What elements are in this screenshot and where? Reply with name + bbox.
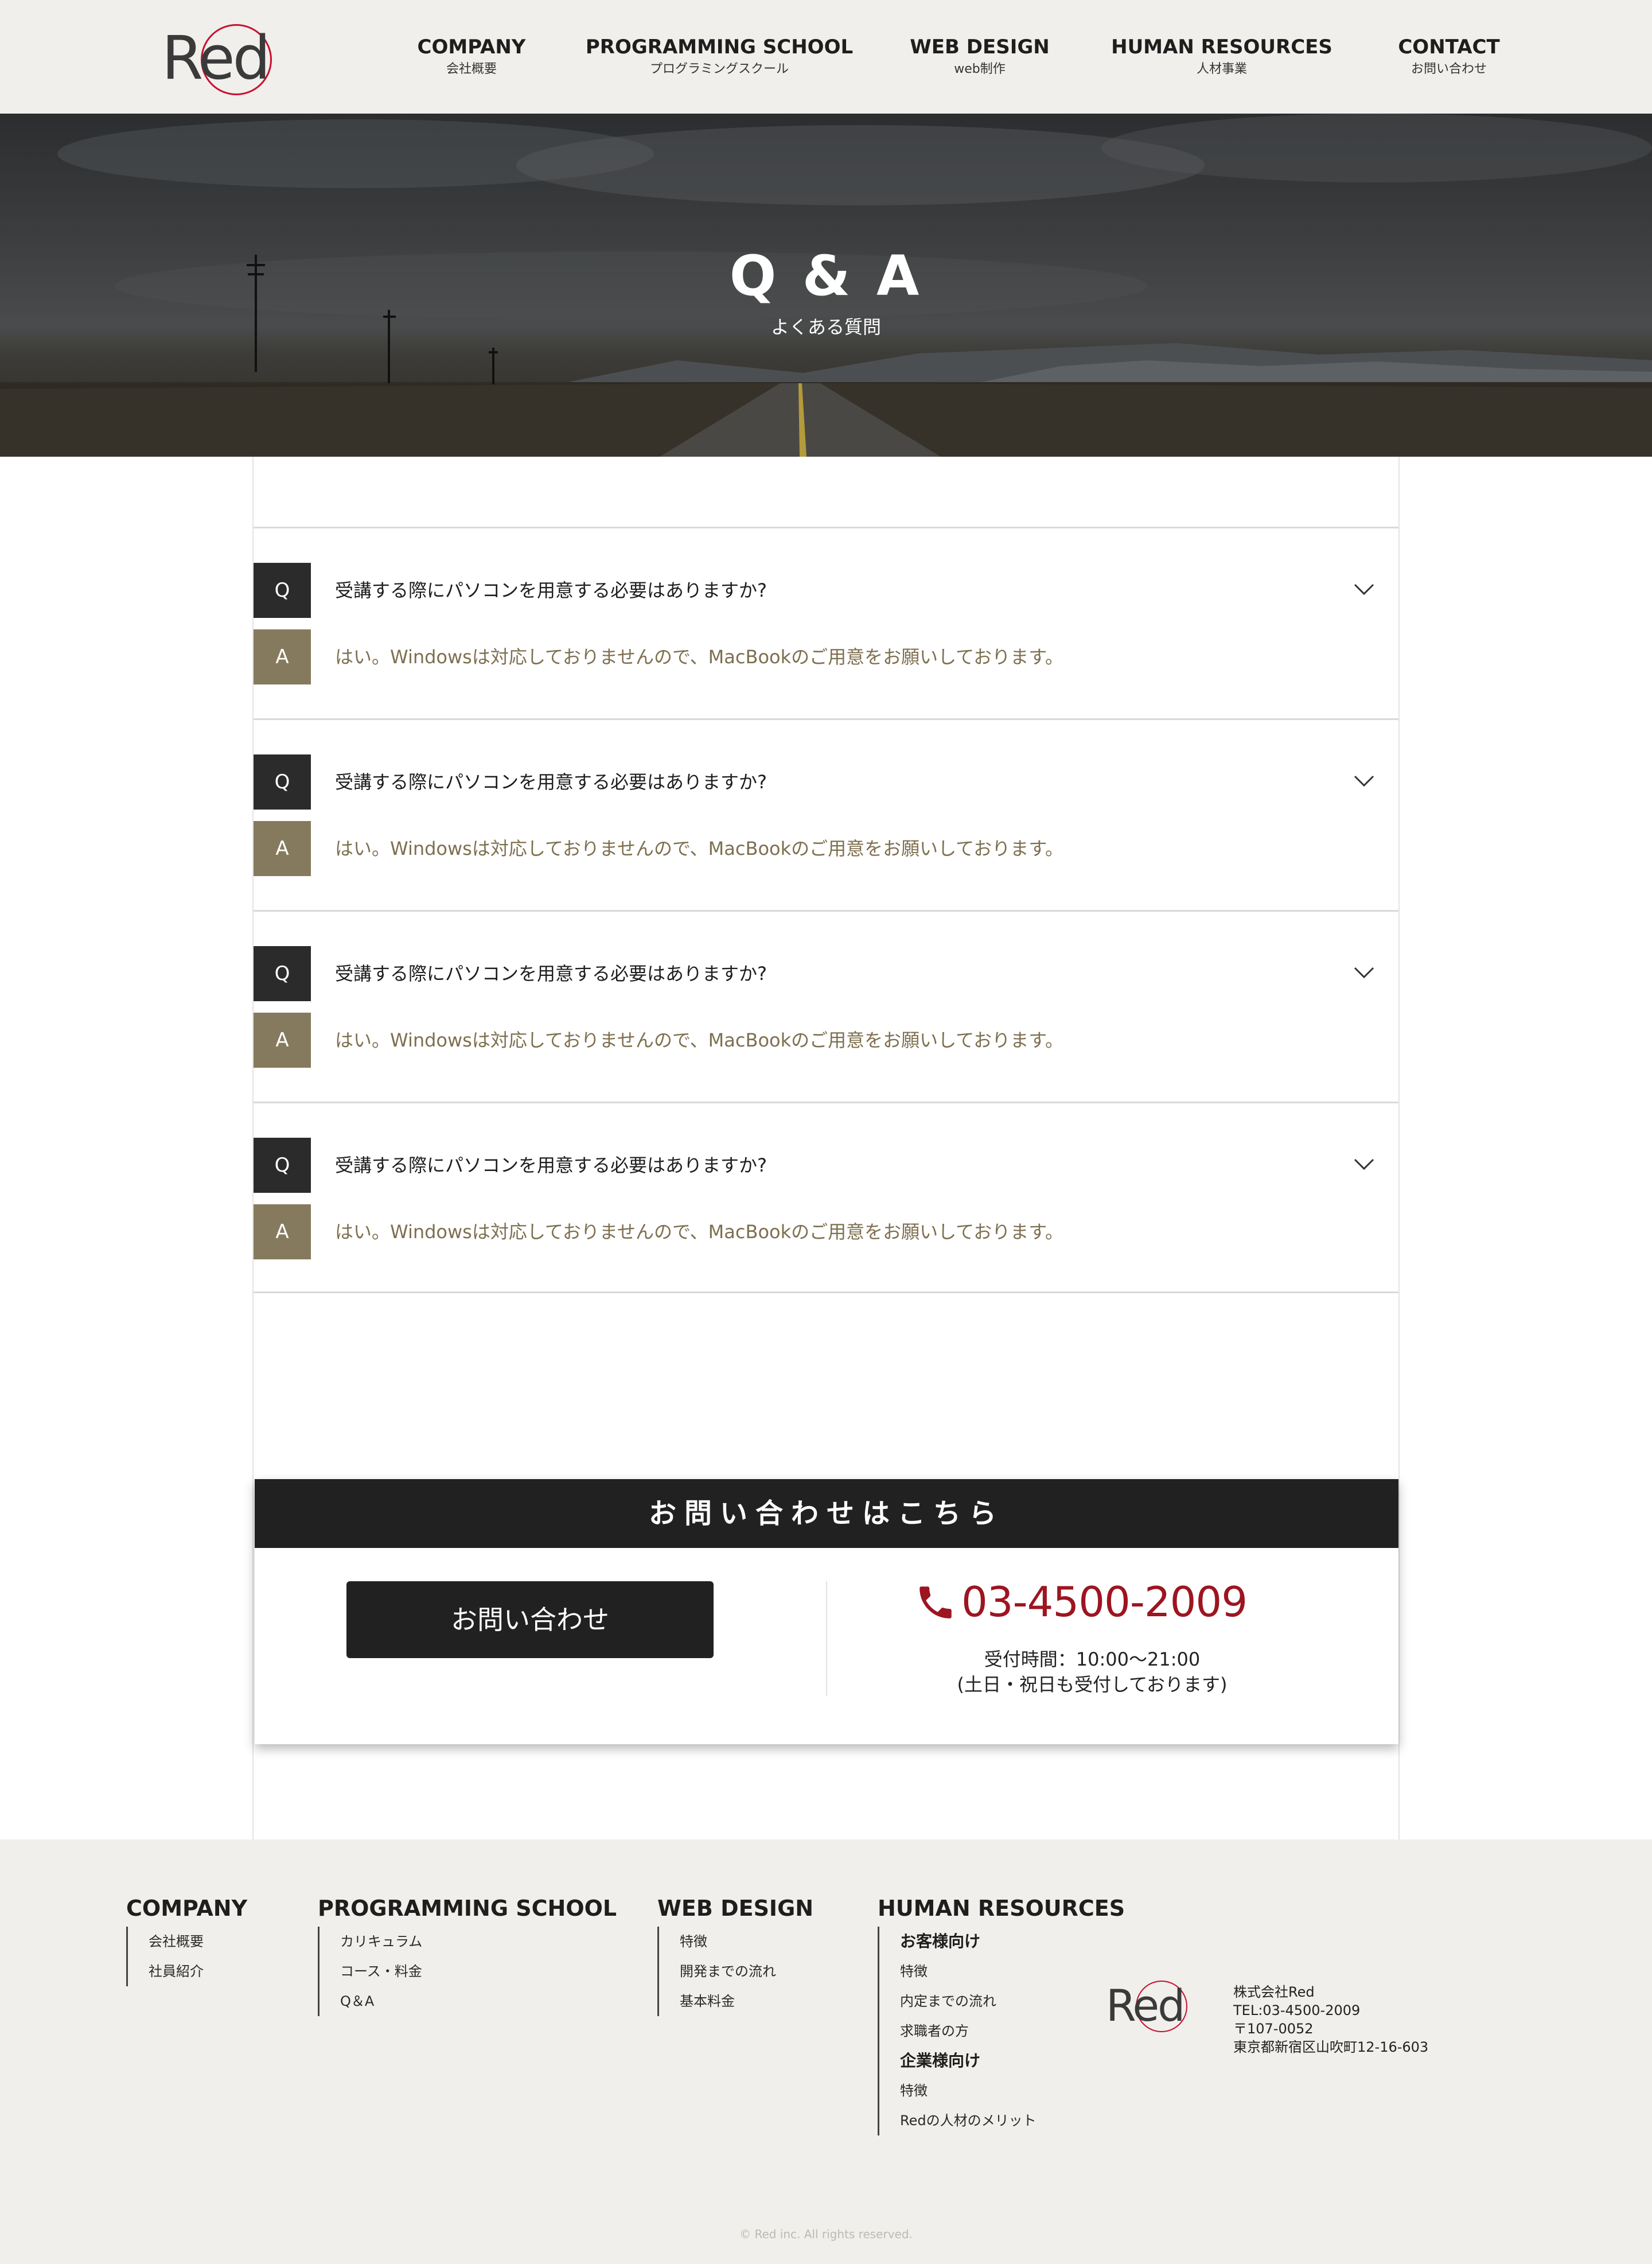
hours-line: 受付時間：10:00〜21:00	[984, 1648, 1201, 1670]
footer-link[interactable]: 社員紹介	[149, 1956, 247, 1986]
footer-link[interactable]: Redの人材のメリット	[900, 2106, 1125, 2135]
faq-question-row[interactable]: Q 受講する際にパソコンを用意する必要はありますか?	[254, 1138, 1398, 1193]
company-name: 株式会社Red	[1233, 1984, 1315, 2000]
nav-label-ja: web制作	[954, 62, 1006, 76]
phone-icon	[919, 1586, 952, 1619]
answer-badge: A	[254, 629, 311, 684]
nav-contact[interactable]: CONTACT お問い合わせ	[1398, 34, 1499, 78]
footer-link[interactable]: 特徴	[900, 1956, 1125, 1986]
footer-subheading: お客様向け	[900, 1932, 981, 1951]
footer-link[interactable]: 会社概要	[149, 1927, 247, 1956]
footer-col-title[interactable]: COMPANY	[126, 1895, 247, 1922]
faq-question-row[interactable]: Q 受講する際にパソコンを用意する必要はありますか?	[254, 754, 1398, 810]
nav-label-en: HUMAN RESOURCES	[1111, 36, 1332, 59]
footer-col-title[interactable]: PROGRAMMING SCHOOL	[318, 1895, 617, 1922]
footer-link[interactable]: コース・料金	[340, 1956, 617, 1986]
nav-label-ja: お問い合わせ	[1411, 62, 1487, 76]
answer-badge: A	[254, 1013, 311, 1068]
footer-link[interactable]: 特徴	[900, 2076, 1125, 2106]
footer-link-list: 特徴 開発までの流れ 基本料金	[657, 1927, 813, 2016]
footer-link[interactable]: 開発までの流れ	[680, 1956, 813, 1986]
faq-item[interactable]: Q 受講する際にパソコンを用意する必要はありますか? A はい。Windowsは…	[254, 527, 1398, 718]
faq-question-text: 受講する際にパソコンを用意する必要はありますか?	[335, 579, 767, 601]
faq-item[interactable]: Q 受講する際にパソコンを用意する必要はありますか? A はい。Windowsは…	[254, 1102, 1398, 1293]
chevron-down-icon[interactable]	[1353, 961, 1376, 984]
page-title: Q & A	[729, 244, 923, 308]
faq-answer-text: はい。Windowsは対応しておりませんので、MacBookのご用意をお願いして…	[335, 838, 1064, 859]
footer-col-company: COMPANY 会社概要 社員紹介	[126, 1895, 247, 1986]
nav-label-en: CONTACT	[1398, 36, 1500, 59]
answer-badge: A	[254, 1204, 311, 1259]
nav-label-ja: 人材事業	[1196, 62, 1248, 76]
footer-col-title[interactable]: HUMAN RESOURCES	[878, 1895, 1125, 1922]
footer-link-list: 会社概要 社員紹介	[126, 1927, 247, 1986]
faq-answer-text: はい。Windowsは対応しておりませんので、MacBookのご用意をお願いして…	[335, 1029, 1064, 1051]
contact-divider	[826, 1581, 827, 1696]
hours-note: (土日・祝日も受付しております)	[957, 1674, 1228, 1695]
main-content: Q 受講する際にパソコンを用意する必要はありますか? A はい。Windowsは…	[0, 457, 1652, 1839]
footer-link[interactable]: 内定までの流れ	[900, 1986, 1125, 2016]
chevron-down-icon[interactable]	[1353, 1153, 1376, 1176]
nav-label-en: COMPANY	[417, 36, 526, 59]
faq-answer-text: はい。Windowsは対応しておりませんので、MacBookのご用意をお願いして…	[335, 646, 1064, 668]
faq-list: Q 受講する際にパソコンを用意する必要はありますか? A はい。Windowsは…	[254, 527, 1398, 1293]
nav-web-design[interactable]: WEB DESIGN web制作	[910, 34, 1049, 78]
global-nav: COMPANY 会社概要 PROGRAMMING SCHOOL プログラミングス…	[0, 0, 1652, 114]
faq-item[interactable]: Q 受講する際にパソコンを用意する必要はありますか? A はい。Windowsは…	[254, 718, 1398, 910]
footer-link-list: カリキュラム コース・料金 Q＆A	[318, 1927, 617, 2016]
nav-company[interactable]: COMPANY 会社概要	[418, 34, 526, 78]
nav-label-en: PROGRAMMING SCHOOL	[585, 36, 854, 59]
footer-subheading: 企業様向け	[900, 2051, 981, 2070]
faq-question-text: 受講する際にパソコンを用意する必要はありますか?	[335, 963, 767, 985]
contact-box: お問い合わせはこちら お問い合わせ 03-4500-2009 受付時間：10:0…	[255, 1479, 1398, 1744]
faq-question-row[interactable]: Q 受講する際にパソコンを用意する必要はありますか?	[254, 946, 1398, 1001]
answer-badge: A	[254, 821, 311, 876]
nav-label-en: WEB DESIGN	[910, 36, 1050, 59]
footer-logo[interactable]: Red	[1106, 1977, 1192, 2035]
company-info: 株式会社Red TEL:03-4500-2009 〒107-0052 東京都新宿…	[1233, 1983, 1428, 2056]
faq-question-row[interactable]: Q 受講する際にパソコンを用意する必要はありますか?	[254, 563, 1398, 618]
company-address: 東京都新宿区山吹町12-16-603	[1233, 2039, 1429, 2055]
footer-link[interactable]: カリキュラム	[340, 1927, 617, 1956]
copyright: © Red inc. All rights reserved.	[739, 2227, 913, 2241]
contact-heading: お問い合わせはこちら	[255, 1479, 1398, 1548]
faq-answer-row: A はい。Windowsは対応しておりませんので、MacBookのご用意をお願い…	[254, 1013, 1398, 1068]
footer-link[interactable]: 求職者の方	[900, 2016, 1125, 2046]
faq-item[interactable]: Q 受講する際にパソコンを用意する必要はありますか? A はい。Windowsは…	[254, 910, 1398, 1102]
page-subtitle: よくある質問	[770, 316, 881, 338]
footer-link[interactable]: Q＆A	[340, 1986, 617, 2016]
footer-col-programming-school: PROGRAMMING SCHOOL カリキュラム コース・料金 Q＆A	[318, 1895, 617, 2016]
site-header: Red COMPANY 会社概要 PROGRAMMING SCHOOL プログラ…	[0, 0, 1652, 114]
footer-col-human-resources: HUMAN RESOURCES お客様向け 特徴 内定までの流れ 求職者の方 企…	[878, 1895, 1125, 2135]
nav-programming-school[interactable]: PROGRAMMING SCHOOL プログラミングスクール	[586, 34, 853, 78]
site-footer: COMPANY 会社概要 社員紹介 PROGRAMMING SCHOOL カリキ…	[0, 1839, 1652, 2264]
chevron-down-icon[interactable]	[1353, 578, 1376, 601]
company-tel: TEL:03-4500-2009	[1233, 2002, 1361, 2018]
faq-answer-row: A はい。Windowsは対応しておりませんので、MacBookのご用意をお願い…	[254, 821, 1398, 876]
company-zip: 〒107-0052	[1233, 2021, 1314, 2037]
question-badge: Q	[254, 1138, 311, 1193]
nav-human-resources[interactable]: HUMAN RESOURCES 人材事業	[1111, 34, 1332, 78]
footer-col-web-design: WEB DESIGN 特徴 開発までの流れ 基本料金	[657, 1895, 813, 2016]
phone-number: 03-4500-2009	[961, 1578, 1248, 1626]
faq-answer-row: A はい。Windowsは対応しておりませんので、MacBookのご用意をお願い…	[254, 629, 1398, 684]
footer-link[interactable]: 特徴	[680, 1927, 813, 1956]
footer-col-title[interactable]: WEB DESIGN	[657, 1895, 813, 1922]
question-badge: Q	[254, 563, 311, 618]
footer-link-list: お客様向け 特徴 内定までの流れ 求職者の方 企業様向け 特徴 Redの人材のメ…	[878, 1927, 1125, 2135]
faq-answer-text: はい。Windowsは対応しておりませんので、MacBookのご用意をお願いして…	[335, 1221, 1064, 1243]
faq-answer-row: A はい。Windowsは対応しておりませんので、MacBookのご用意をお願い…	[254, 1204, 1398, 1259]
hero-banner: Q & A よくある質問	[0, 114, 1652, 457]
footer-logo-text: Red	[1106, 1980, 1185, 2031]
question-badge: Q	[254, 946, 311, 1001]
chevron-down-icon[interactable]	[1353, 769, 1376, 792]
question-badge: Q	[254, 754, 311, 810]
nav-label-ja: 会社概要	[446, 62, 497, 76]
faq-question-text: 受講する際にパソコンを用意する必要はありますか?	[335, 771, 767, 793]
business-hours: 受付時間：10:00〜21:00 (土日・祝日も受付しております)	[874, 1647, 1310, 1697]
nav-label-ja: プログラミングスクール	[649, 62, 789, 76]
faq-question-text: 受講する際にパソコンを用意する必要はありますか?	[335, 1154, 767, 1176]
contact-form-button[interactable]: お問い合わせ	[346, 1581, 714, 1658]
footer-link[interactable]: 基本料金	[680, 1986, 813, 2016]
